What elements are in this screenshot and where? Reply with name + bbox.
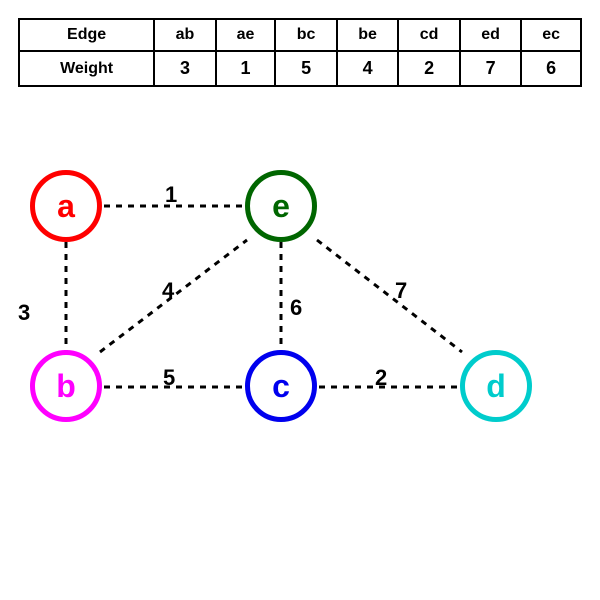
table-header-bc: bc [275, 19, 337, 51]
weight-val-0: 3 [154, 51, 216, 86]
weight-val-3: 4 [337, 51, 399, 86]
table-header-Edge: Edge [19, 19, 154, 51]
edge-weight-table: Edgeabaebcbecdedec Weight3154276 [18, 18, 582, 87]
table-header-cd: cd [398, 19, 460, 51]
edge-label-ec: 6 [290, 295, 302, 321]
edge-label-cd: 2 [375, 365, 387, 391]
table-header-ae: ae [216, 19, 276, 51]
weight-val-2: 5 [275, 51, 337, 86]
edge-label-be: 4 [162, 278, 174, 304]
edge-label-ab: 3 [18, 300, 30, 326]
table-header-ab: ab [154, 19, 216, 51]
edge-ed [317, 240, 462, 352]
node-e: e [245, 170, 317, 242]
table-header-ed: ed [460, 19, 522, 51]
table-header-ec: ec [521, 19, 581, 51]
edge-label-ae: 1 [165, 182, 177, 208]
table-header-be: be [337, 19, 399, 51]
graph-container: a e b c d 1 3 4 5 6 7 2 [0, 130, 600, 600]
weight-val-6: 6 [521, 51, 581, 86]
node-d: d [460, 350, 532, 422]
node-a: a [30, 170, 102, 242]
weight-val-4: 2 [398, 51, 460, 86]
weight-label: Weight [19, 51, 154, 86]
edge-label-bc: 5 [163, 365, 175, 391]
weight-val-5: 7 [460, 51, 522, 86]
edge-label-ed: 7 [395, 278, 407, 304]
node-c: c [245, 350, 317, 422]
node-b: b [30, 350, 102, 422]
weight-val-1: 1 [216, 51, 276, 86]
